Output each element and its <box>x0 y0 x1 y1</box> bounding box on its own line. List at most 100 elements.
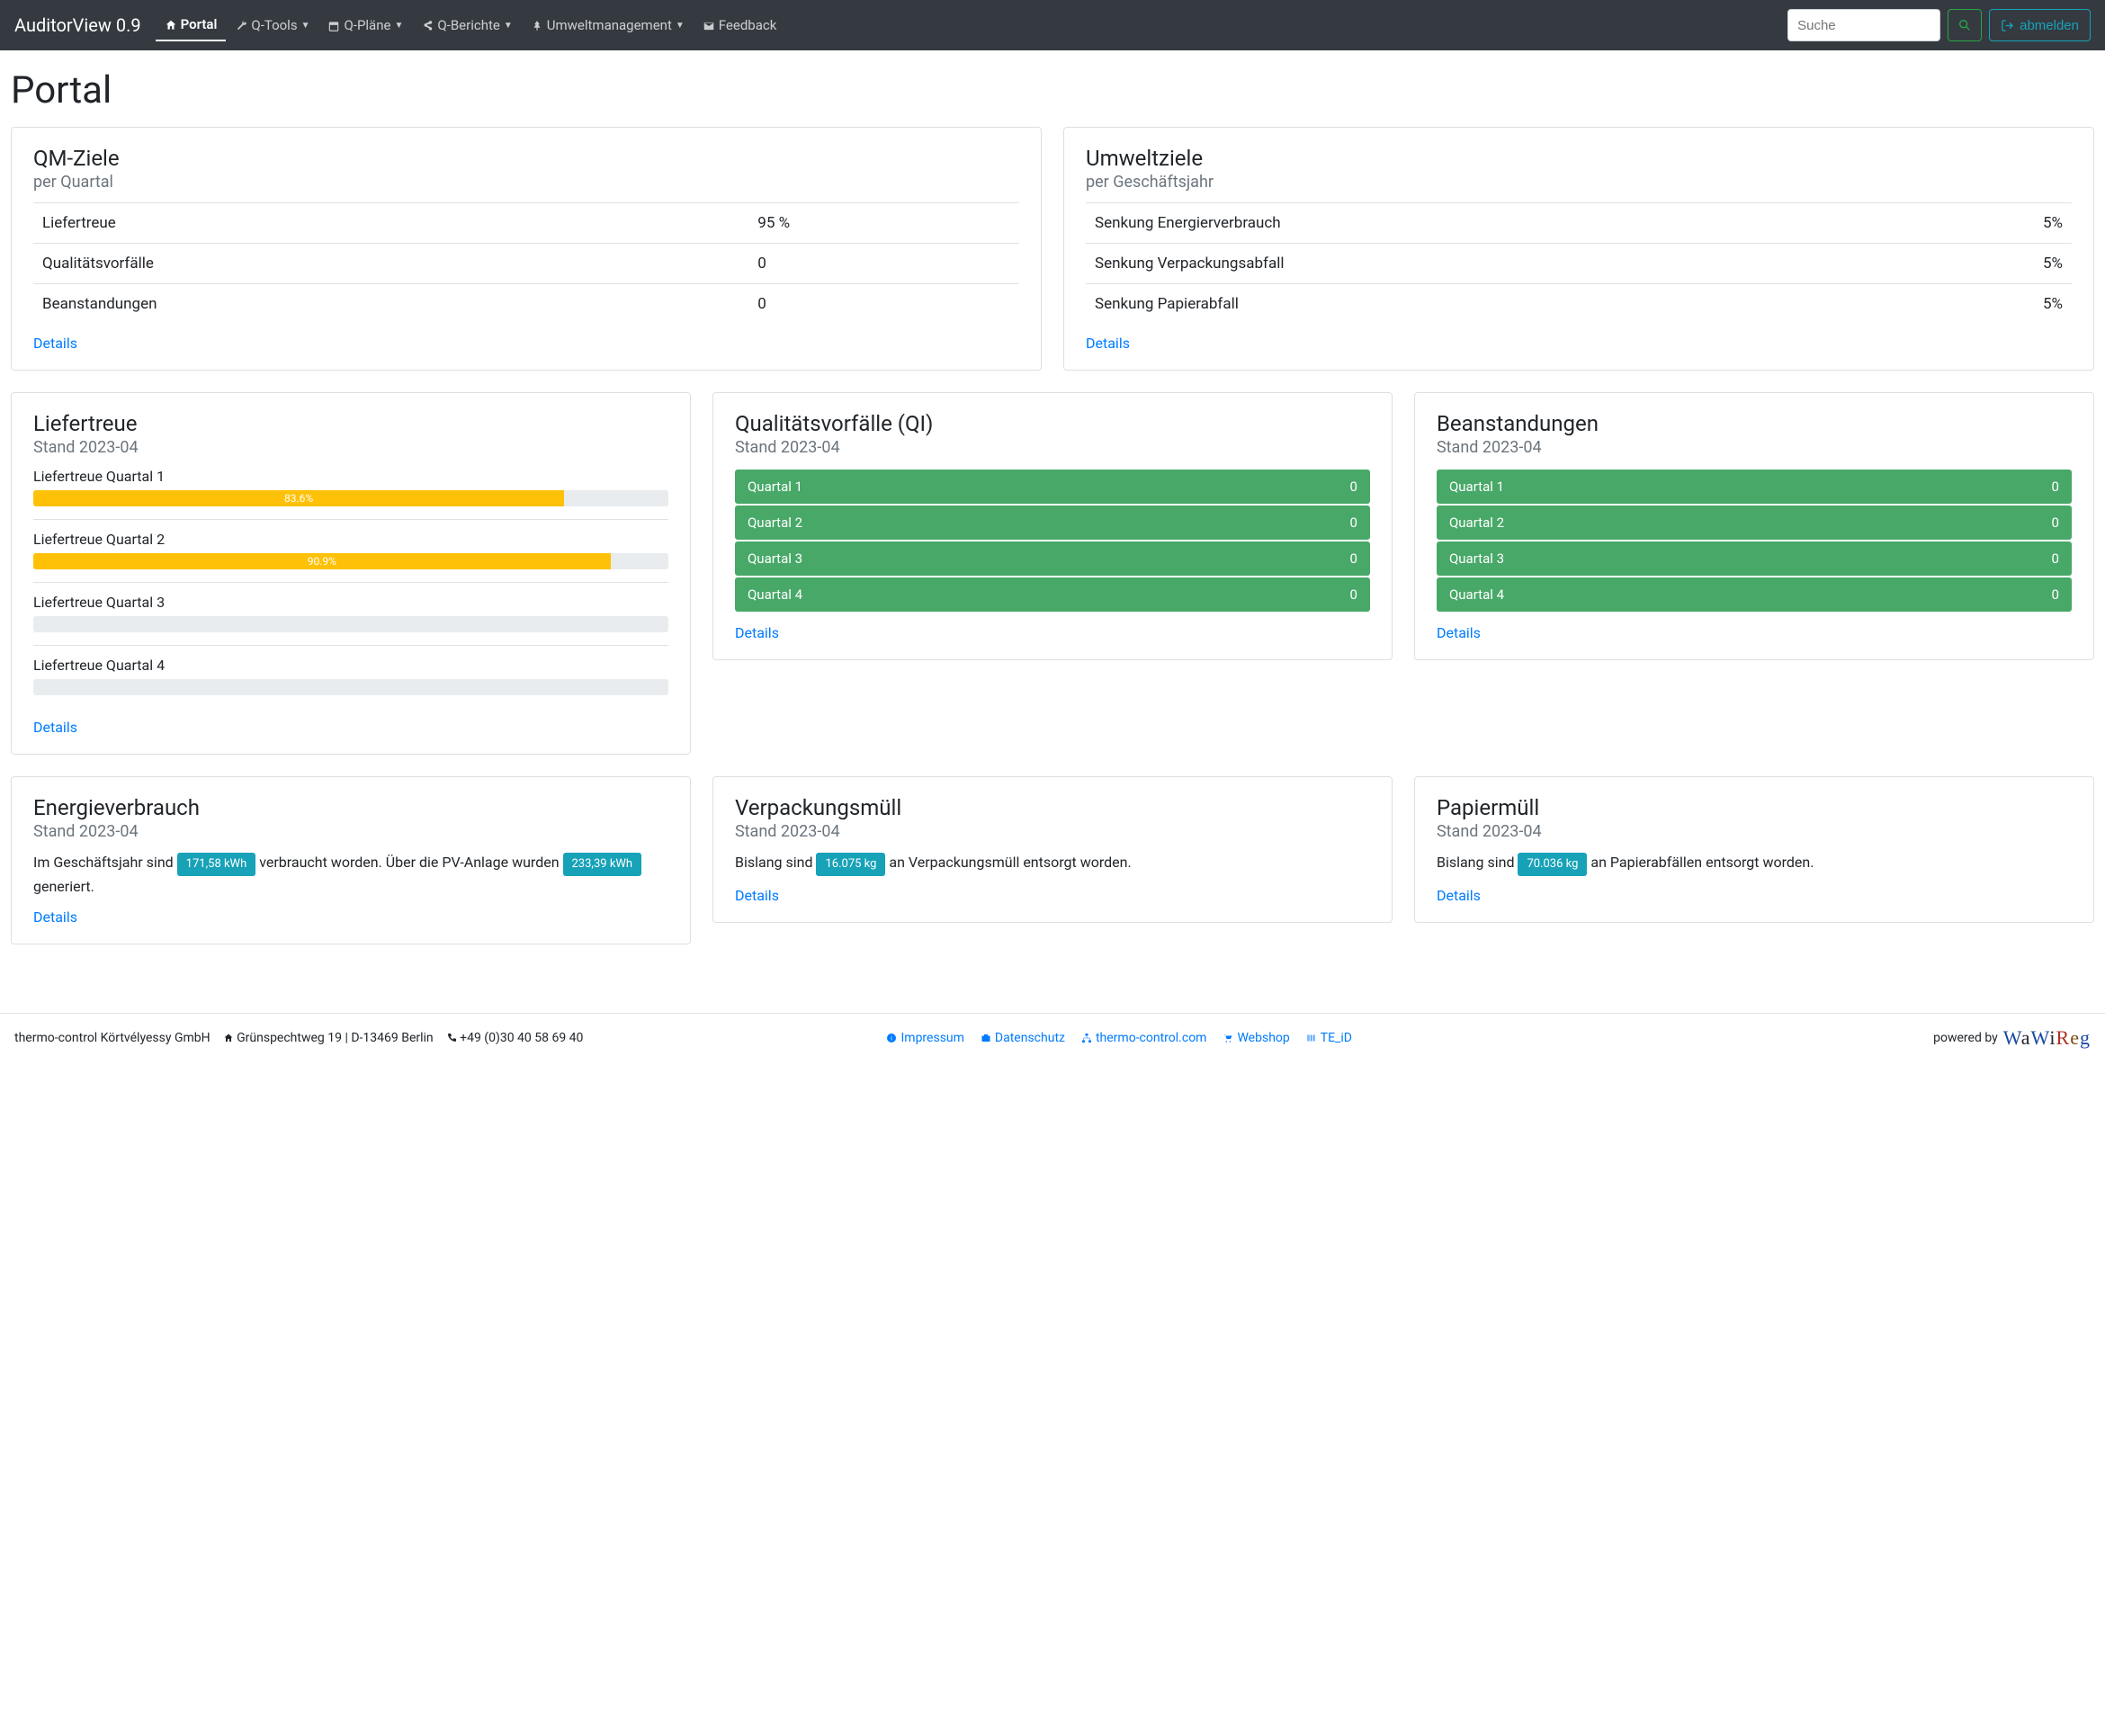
footer-datenschutz[interactable]: Datenschutz <box>981 1031 1065 1045</box>
table-row: Quartal 10 <box>1437 470 2072 504</box>
divider <box>33 645 668 646</box>
q4-progress <box>33 679 668 695</box>
search-button[interactable] <box>1948 9 1982 41</box>
cell-value: 5% <box>1920 244 2072 284</box>
table-row: Qualitätsvorfälle0 <box>33 244 1019 284</box>
beanst-title: Beanstandungen <box>1437 411 2072 436</box>
card-energie: Energieverbrauch Stand 2023-04 Im Geschä… <box>11 776 691 944</box>
chevron-down-icon: ▼ <box>504 21 513 31</box>
tree-icon <box>531 17 543 33</box>
logout-icon <box>2001 18 2014 33</box>
divider <box>33 582 668 583</box>
home-icon <box>223 1031 234 1045</box>
footer-thermo[interactable]: thermo-control.com <box>1081 1031 1207 1045</box>
nav-qberichte[interactable]: Q-Berichte ▼ <box>412 10 521 40</box>
nav-feedback-label: Feedback <box>719 17 777 33</box>
cell-value: 5% <box>1920 284 2072 325</box>
nav-qtools[interactable]: Q-Tools ▼ <box>226 10 318 40</box>
card-qm-ziele: QM-Ziele per Quartal Liefertreue95 % Qua… <box>11 127 1042 371</box>
text-a: Bislang sind <box>735 854 816 871</box>
energie-text: Im Geschäftsjahr sind 171,58 kWh verbrau… <box>33 852 668 898</box>
footer-powered: powered by <box>1933 1031 1998 1045</box>
cell-label: Senkung Verpackungsabfall <box>1086 244 1920 284</box>
cell-label: Quartal 2 <box>1437 506 1887 540</box>
q2-progress: 90.9% <box>33 553 668 569</box>
logout-button[interactable]: abmelden <box>1989 9 2091 41</box>
details-link[interactable]: Details <box>1086 335 1130 352</box>
cell-value: 0 <box>1186 541 1370 576</box>
footer-webshop[interactable]: Webshop <box>1223 1031 1289 1045</box>
chevron-down-icon: ▼ <box>676 21 685 31</box>
cell-label: Senkung Energierverbrauch <box>1086 203 1920 244</box>
details-link[interactable]: Details <box>1437 887 1481 904</box>
umweltziele-subtitle: per Geschäftsjahr <box>1086 173 2072 192</box>
mail-icon <box>703 17 715 33</box>
phone-icon <box>446 1031 457 1045</box>
q1-progress: 83.6% <box>33 490 668 506</box>
nav-umwelt[interactable]: Umweltmanagement ▼ <box>522 10 694 40</box>
badge-pv: 233,39 kWh <box>563 853 642 876</box>
text-b: an Verpackungsmüll entsorgt worden. <box>889 854 1131 871</box>
info-icon: i <box>886 1031 897 1045</box>
card-papier: Papiermüll Stand 2023-04 Bislang sind 70… <box>1414 776 2094 923</box>
share-icon <box>421 17 434 33</box>
details-link[interactable]: Details <box>735 887 779 904</box>
text-a: Im Geschäftsjahr sind <box>33 854 177 871</box>
home-icon <box>165 16 177 32</box>
cell-value: 0 <box>748 244 1019 284</box>
q2-label: Liefertreue Quartal 2 <box>33 531 668 548</box>
nav-qplaene-label: Q-Pläne <box>344 17 390 33</box>
table-row: Liefertreue95 % <box>33 203 1019 244</box>
badge-verbrauch: 171,58 kWh <box>177 853 256 876</box>
details-link[interactable]: Details <box>33 335 77 352</box>
papier-title: Papiermüll <box>1437 795 2072 820</box>
verpackung-subtitle: Stand 2023-04 <box>735 822 1370 841</box>
nav-qberichte-label: Q-Berichte <box>437 17 499 33</box>
table-row: Quartal 40 <box>735 577 1370 612</box>
q4-label: Liefertreue Quartal 4 <box>33 657 668 674</box>
nav-umwelt-label: Umweltmanagement <box>547 17 672 33</box>
cell-value: 0 <box>1186 506 1370 540</box>
details-link[interactable]: Details <box>33 719 77 736</box>
footer-address: Grünspechtweg 19 | D-13469 Berlin <box>223 1031 434 1045</box>
cart-icon <box>1223 1031 1233 1045</box>
table-row: Quartal 30 <box>735 541 1370 576</box>
page-title: Portal <box>11 68 2094 112</box>
cell-value: 0 <box>748 284 1019 325</box>
cell-value: 0 <box>1887 541 2072 576</box>
svg-text:i: i <box>891 1034 893 1042</box>
sitemap-icon <box>1081 1031 1092 1045</box>
brand[interactable]: AuditorView 0.9 <box>14 14 141 36</box>
card-umweltziele: Umweltziele per Geschäftsjahr Senkung En… <box>1063 127 2094 371</box>
cell-label: Senkung Papierabfall <box>1086 284 1920 325</box>
qi-title: Qualitätsvorfälle (QI) <box>735 411 1370 436</box>
details-link[interactable]: Details <box>735 624 779 641</box>
cell-value: 0 <box>1186 577 1370 612</box>
barcode-icon <box>1306 1031 1317 1045</box>
nav-qtools-label: Q-Tools <box>251 17 297 33</box>
search-input[interactable] <box>1787 9 1940 41</box>
q3-label: Liefertreue Quartal 3 <box>33 594 668 611</box>
table-row: Beanstandungen0 <box>33 284 1019 325</box>
cell-label: Quartal 4 <box>1437 577 1887 612</box>
cell-label: Quartal 4 <box>735 577 1186 612</box>
cell-label: Quartal 3 <box>735 541 1186 576</box>
q1-progress-bar: 83.6% <box>33 490 564 506</box>
nav-portal[interactable]: Portal <box>156 9 227 41</box>
table-row: Senkung Papierabfall5% <box>1086 284 2072 325</box>
footer-impressum[interactable]: iImpressum <box>886 1031 963 1045</box>
table-row: Quartal 20 <box>1437 506 2072 540</box>
nav-feedback[interactable]: Feedback <box>694 10 786 40</box>
wrench-icon <box>235 17 247 33</box>
details-link[interactable]: Details <box>33 908 77 926</box>
table-row: Quartal 20 <box>735 506 1370 540</box>
wawireg-logo: WaWiReg <box>2003 1026 2091 1050</box>
card-beanstandungen: Beanstandungen Stand 2023-04 Quartal 10 … <box>1414 392 2094 660</box>
nav-qplaene[interactable]: Q-Pläne ▼ <box>318 10 412 40</box>
footer-teid[interactable]: TE_iD <box>1306 1031 1352 1045</box>
chevron-down-icon: ▼ <box>394 21 403 31</box>
cell-label: Liefertreue <box>33 203 748 244</box>
search-icon <box>1957 18 1972 32</box>
text-c: generiert. <box>33 878 94 895</box>
details-link[interactable]: Details <box>1437 624 1481 641</box>
